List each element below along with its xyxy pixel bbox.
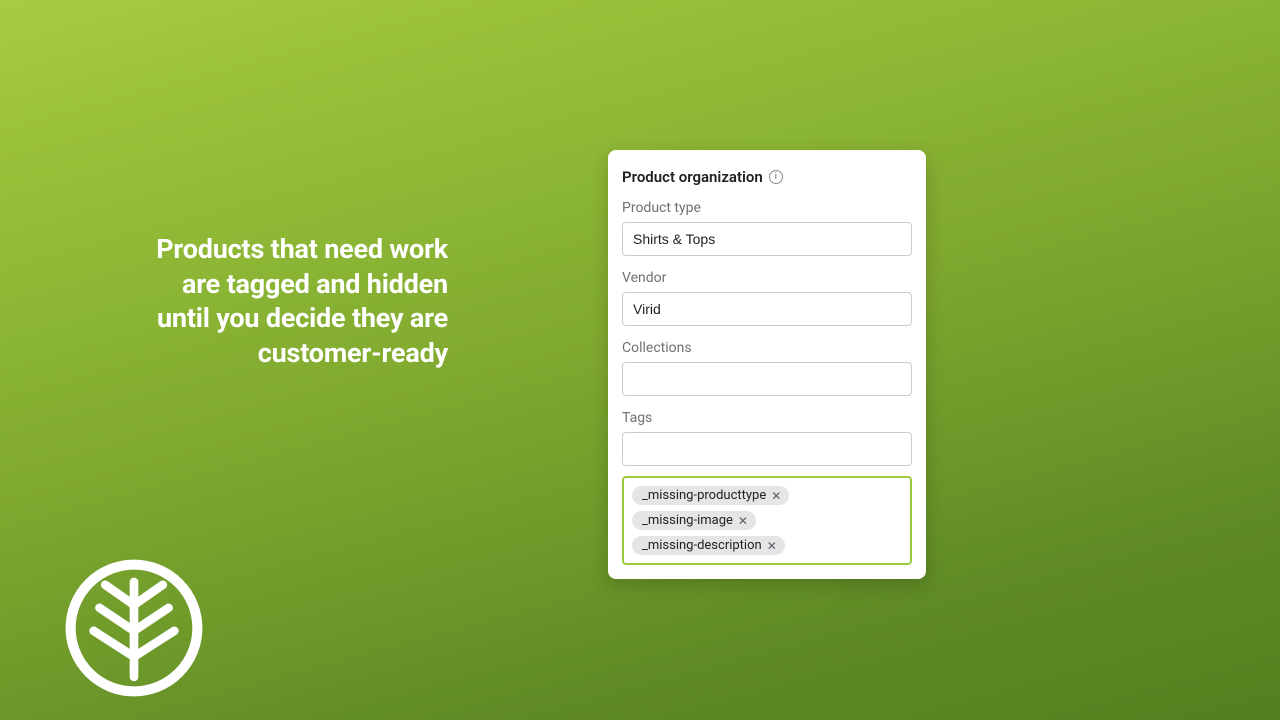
close-icon[interactable]: ✕: [767, 540, 777, 552]
close-icon[interactable]: ✕: [738, 515, 748, 527]
applied-tags-highlight: _missing-producttype ✕ _missing-image ✕ …: [622, 476, 912, 565]
brand-logo: [62, 556, 206, 700]
tag-chip-label: _missing-description: [642, 539, 762, 552]
collections-label: Collections: [622, 340, 912, 356]
collections-input[interactable]: [622, 362, 912, 396]
tag-chip[interactable]: _missing-description ✕: [632, 536, 785, 555]
field-vendor: Vendor: [622, 270, 912, 326]
vendor-input[interactable]: [622, 292, 912, 326]
close-icon[interactable]: ✕: [771, 490, 781, 502]
headline-text: Products that need work are tagged and h…: [0, 232, 460, 370]
vendor-label: Vendor: [622, 270, 912, 286]
product-type-input[interactable]: [622, 222, 912, 256]
field-tags: Tags: [622, 410, 912, 466]
tag-chip[interactable]: _missing-image ✕: [632, 511, 756, 530]
card-title: Product organization: [622, 168, 763, 186]
product-organization-card: Product organization i Product type Vend…: [608, 150, 926, 579]
product-type-label: Product type: [622, 200, 912, 216]
tag-chip-label: _missing-producttype: [642, 489, 766, 502]
tag-chip-label: _missing-image: [642, 514, 733, 527]
field-product-type: Product type: [622, 200, 912, 256]
field-collections: Collections: [622, 340, 912, 396]
tags-label: Tags: [622, 410, 912, 426]
card-header: Product organization i: [622, 168, 912, 186]
tag-chip[interactable]: _missing-producttype ✕: [632, 486, 789, 505]
info-icon[interactable]: i: [769, 170, 783, 184]
slide-stage: Products that need work are tagged and h…: [0, 0, 1280, 720]
tags-input[interactable]: [622, 432, 912, 466]
